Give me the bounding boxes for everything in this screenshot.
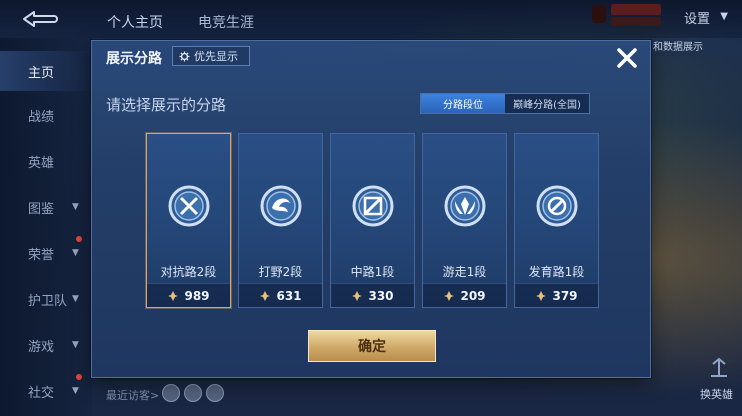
sidebar-item-guard-team[interactable]: 护卫队 ▼ bbox=[0, 279, 92, 319]
confirm-button[interactable]: 确定 bbox=[308, 330, 436, 362]
rank-points-icon bbox=[168, 290, 179, 301]
sidebar: 主页 战绩 英雄 图鉴 ▼ 荣誉 ▼ 护卫队 ▼ 游戏 ▼ 社交 ▼ bbox=[0, 38, 92, 416]
modal-title: 展示分路 bbox=[106, 51, 162, 67]
settings-button[interactable]: 设置 bbox=[684, 8, 710, 27]
sidebar-item-label: 社交 bbox=[28, 385, 55, 401]
chevron-down-icon: ▼ bbox=[72, 294, 79, 304]
tab-lane-rank[interactable]: 分路段位 bbox=[421, 94, 505, 113]
lane-card-label: 对抗路2段 bbox=[160, 265, 217, 279]
lane-score: 989 bbox=[184, 288, 210, 303]
roam-emblem-icon bbox=[444, 185, 486, 227]
tab-personal-home[interactable]: 个人主页 bbox=[107, 12, 163, 32]
avatar[interactable] bbox=[206, 384, 224, 402]
lane-card-farm[interactable]: 发育路1段 379 bbox=[514, 133, 599, 308]
rank-points-icon bbox=[260, 290, 271, 301]
notification-dot bbox=[76, 374, 82, 380]
sidebar-item-label: 战绩 bbox=[28, 109, 55, 125]
lane-card-mid[interactable]: 中路1段 330 bbox=[330, 133, 415, 308]
recent-visitors-link[interactable]: 最近访客> bbox=[106, 387, 159, 403]
chevron-down-icon: ▼ bbox=[72, 248, 79, 258]
lane-mode-segmented-control: 分路段位 巅峰分路(全国) bbox=[420, 93, 590, 114]
sidebar-item-label: 图鉴 bbox=[28, 201, 55, 217]
avatar[interactable] bbox=[184, 384, 202, 402]
chevron-down-icon: ▼ bbox=[72, 202, 79, 212]
swap-hero-icon[interactable] bbox=[704, 356, 734, 382]
sidebar-item-record[interactable]: 战绩 bbox=[0, 95, 92, 135]
sidebar-item-label: 主页 bbox=[28, 65, 55, 81]
lane-card-label: 游走1段 bbox=[442, 265, 487, 279]
lane-card-label: 中路1段 bbox=[350, 265, 395, 279]
mid-lane-emblem-icon bbox=[352, 185, 394, 227]
sidebar-item-honor[interactable]: 荣誉 ▼ bbox=[0, 233, 92, 273]
clash-lane-emblem-icon bbox=[168, 185, 210, 227]
top-bar: 个人主页 电竞生涯 设置 ▼ bbox=[0, 0, 742, 38]
lane-card-list: 对抗路2段 989 打野2段 631 中路1段 330 游走1段 209 发育路… bbox=[146, 133, 599, 308]
sidebar-item-codex[interactable]: 图鉴 ▼ bbox=[0, 187, 92, 227]
sidebar-item-label: 护卫队 bbox=[28, 293, 68, 309]
lane-card-label: 发育路1段 bbox=[528, 265, 585, 279]
sidebar-item-heroes[interactable]: 英雄 bbox=[0, 141, 92, 181]
lane-score-row: 379 bbox=[515, 283, 598, 307]
avatar[interactable] bbox=[162, 384, 180, 402]
sidebar-item-home[interactable]: 主页 bbox=[0, 51, 92, 91]
jungle-emblem-icon bbox=[260, 185, 302, 227]
lane-score-row: 631 bbox=[239, 283, 322, 307]
priority-display-button[interactable]: 优先显示 bbox=[172, 46, 250, 66]
sidebar-item-games[interactable]: 游戏 ▼ bbox=[0, 325, 92, 365]
chevron-down-icon: ▼ bbox=[72, 386, 79, 396]
sidebar-item-label: 英雄 bbox=[28, 155, 55, 171]
lane-card-roam[interactable]: 游走1段 209 bbox=[422, 133, 507, 308]
lane-score-row: 209 bbox=[423, 283, 506, 307]
lane-display-modal: 展示分路 优先显示 请选择展示的分路 分路段位 巅峰分路(全国) 对抗路2段 9… bbox=[91, 40, 651, 378]
sidebar-item-label: 荣誉 bbox=[28, 247, 55, 263]
priority-display-label: 优先显示 bbox=[194, 50, 238, 63]
rank-points-icon bbox=[536, 290, 547, 301]
lane-score-row: 330 bbox=[331, 283, 414, 307]
notice-banner-sub bbox=[611, 17, 661, 26]
sidebar-item-social[interactable]: 社交 ▼ bbox=[0, 371, 92, 411]
notice-banner bbox=[611, 4, 661, 15]
tab-peak-lane-national[interactable]: 巅峰分路(全国) bbox=[505, 94, 589, 113]
notification-dot bbox=[76, 236, 82, 242]
close-icon[interactable] bbox=[614, 45, 640, 71]
back-arrow-icon[interactable] bbox=[20, 10, 58, 28]
lane-score: 209 bbox=[460, 288, 486, 303]
lane-score: 379 bbox=[552, 288, 578, 303]
chevron-down-icon: ▼ bbox=[720, 11, 728, 22]
lane-score: 631 bbox=[276, 288, 302, 303]
swap-hero-button[interactable]: 换英雄 bbox=[700, 386, 733, 402]
lane-card-clash[interactable]: 对抗路2段 989 bbox=[146, 133, 231, 308]
lane-score: 330 bbox=[368, 288, 394, 303]
tab-esports-career[interactable]: 电竞生涯 bbox=[198, 12, 254, 32]
modal-subtitle: 请选择展示的分路 bbox=[106, 96, 227, 114]
chevron-down-icon: ▼ bbox=[72, 340, 79, 350]
lane-card-label: 打野2段 bbox=[258, 265, 303, 279]
lane-score-row: 989 bbox=[147, 283, 230, 307]
gear-icon bbox=[179, 50, 190, 62]
sidebar-item-label: 游戏 bbox=[28, 339, 55, 355]
notice-icon[interactable] bbox=[592, 5, 606, 23]
farm-lane-emblem-icon bbox=[536, 185, 578, 227]
data-display-label[interactable]: 和数据展示 bbox=[651, 40, 742, 56]
rank-points-icon bbox=[352, 290, 363, 301]
rank-points-icon bbox=[444, 290, 455, 301]
lane-card-jungle[interactable]: 打野2段 631 bbox=[238, 133, 323, 308]
